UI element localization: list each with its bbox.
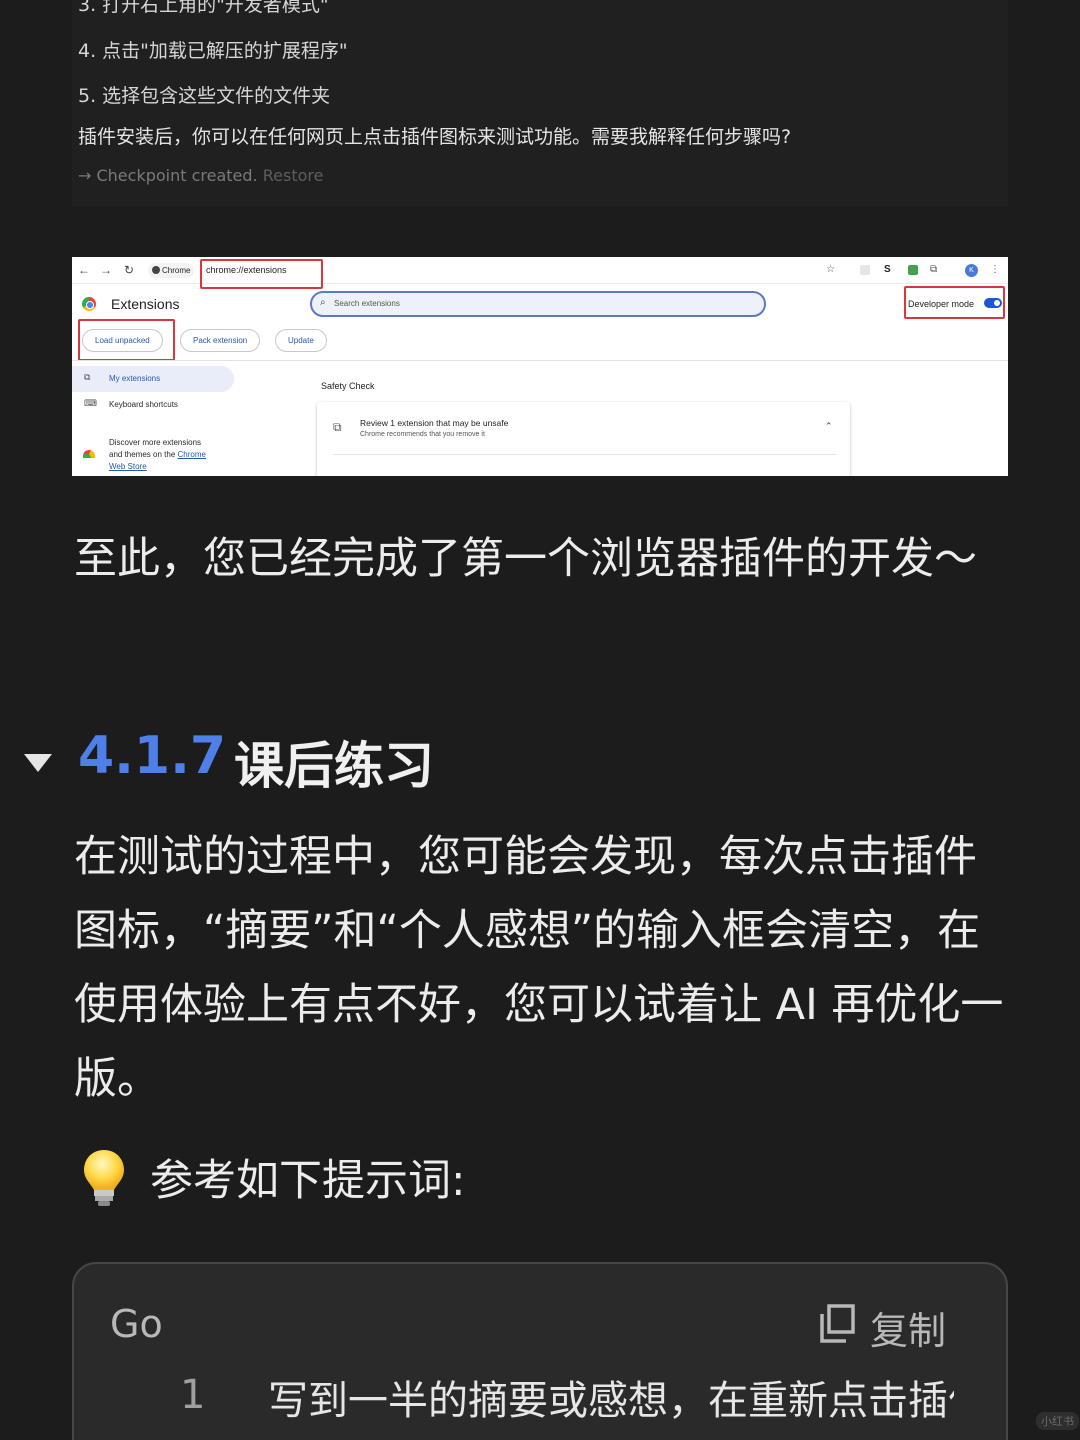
search-icon: ⌕ (320, 297, 326, 308)
section-number: 4.1.7 (78, 726, 227, 786)
chrome-icon (152, 266, 160, 274)
safety-check-heading: Safety Check (321, 381, 375, 391)
discover-line: Discover more extensions (109, 438, 202, 447)
green-extension-icon[interactable] (908, 265, 918, 275)
url-highlight (200, 259, 323, 289)
code-block: Go 复制 1 写到一半的摘要或感想，在重新点击插件图标后 (72, 1262, 1008, 1440)
page-title: Extensions (111, 296, 180, 312)
paragraph: 在测试的过程中，您可能会发现，每次点击插件图标，“摘要”和“个人感想”的输入框会… (74, 832, 1004, 1104)
load-unpacked-highlight (78, 319, 175, 361)
pack-extension-button[interactable]: Pack extension (180, 329, 261, 352)
divider (333, 454, 836, 455)
sidebar-item-label[interactable]: My extensions (109, 374, 160, 383)
checkpoint-status: → Checkpoint created. Restore (78, 166, 323, 185)
divider (72, 360, 1008, 361)
safety-check-card[interactable]: ⧉ Review 1 extension that may be unsafe … (317, 402, 850, 476)
review-subtitle: Chrome recommends that you remove it (360, 431, 485, 438)
chat-panel: 3. 打开右上角的"开发者模式" 4. 点击"加载已解压的扩展程序" 5. 选择… (72, 0, 1008, 206)
chevron-up-icon[interactable]: ⌃ (825, 421, 833, 432)
star-icon[interactable]: ☆ (826, 264, 835, 275)
s-extension-icon[interactable]: S (884, 264, 891, 275)
chat-line: 3. 打开右上角的"开发者模式" (78, 0, 329, 16)
chrome-chip-label: Chrome (162, 266, 191, 275)
copy-icon (820, 1304, 855, 1343)
chat-line: 5. 选择包含这些文件的文件夹 (78, 85, 331, 107)
web-store-icon (83, 450, 95, 458)
paragraph: 至此，您已经完成了第一个浏览器插件的开发～ (74, 534, 977, 584)
discover-line: and themes on the (109, 450, 176, 459)
keyboard-icon: ⌨ (84, 398, 97, 408)
chat-line: 插件安装后，你可以在任何网页上点击插件图标来测试功能。需要我解释任何步骤吗? (78, 126, 792, 148)
puzzle-icon[interactable]: ⧉ (930, 264, 937, 275)
restore-link[interactable]: Restore (263, 166, 324, 185)
web-store-link[interactable]: Web Store (109, 462, 147, 471)
watermark: 小红书 (1036, 1412, 1079, 1430)
browser-toolbar: ← → ↻ Chrome chrome://extensions ☆ S ⧉ K… (72, 257, 1008, 289)
back-icon[interactable]: ← (78, 263, 90, 277)
browser-screenshot: ← → ↻ Chrome chrome://extensions ☆ S ⧉ K… (72, 257, 1008, 476)
forward-icon[interactable]: → (100, 263, 112, 277)
chat-line: 4. 点击"加载已解压的扩展程序" (78, 40, 348, 62)
tip-text: 参考如下提示词: (150, 1156, 466, 1206)
copy-label: 复制 (870, 1309, 947, 1353)
menu-icon[interactable]: ⋮ (990, 264, 1000, 275)
code-language-label: Go (110, 1302, 163, 1346)
chrome-logo (82, 297, 96, 311)
update-button[interactable]: Update (275, 329, 327, 352)
code-line[interactable]: 写到一半的摘要或感想，在重新点击插件图标后 (268, 1368, 954, 1426)
page: 3. 打开右上角的"开发者模式" 4. 点击"加载已解压的扩展程序" 5. 选择… (0, 0, 1080, 1440)
puzzle-icon: ⧉ (84, 372, 91, 382)
checkpoint-text: → Checkpoint created. (78, 166, 258, 185)
review-title: Review 1 extension that may be unsafe (360, 418, 509, 428)
line-number: 1 (180, 1372, 206, 1418)
search-placeholder: Search extensions (334, 299, 400, 308)
web-store-link[interactable]: Chrome (178, 450, 206, 459)
section-title: 课后练习 (234, 737, 434, 795)
sidebar-item-keyboard-shortcuts[interactable]: Keyboard shortcuts (109, 400, 178, 409)
extension-icon[interactable] (860, 265, 870, 275)
discover-text: Discover more extensions and themes on t… (109, 437, 239, 473)
lightbulb-icon (84, 1150, 124, 1206)
chrome-chip[interactable]: Chrome (148, 263, 195, 278)
search-extensions-input[interactable]: ⌕ Search extensions (310, 291, 766, 317)
puzzle-icon: ⧉ (333, 420, 342, 434)
collapse-triangle-icon[interactable] (24, 754, 52, 772)
profile-avatar[interactable]: K (965, 264, 978, 277)
devmode-highlight (904, 286, 1005, 319)
reload-icon[interactable]: ↻ (124, 263, 134, 277)
